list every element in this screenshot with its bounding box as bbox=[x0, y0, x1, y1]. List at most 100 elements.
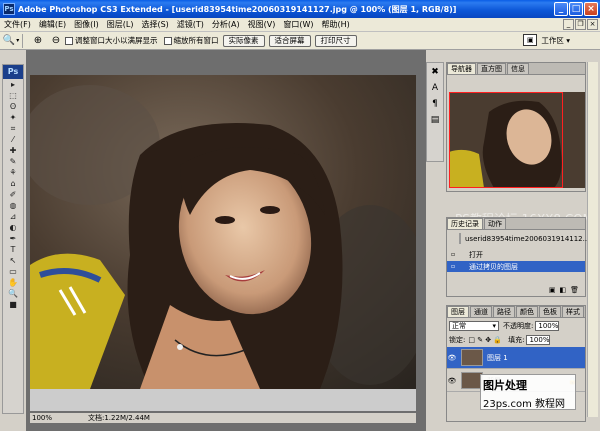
maximize-button[interactable]: □ bbox=[569, 2, 583, 16]
brushes-icon[interactable]: ▤ bbox=[427, 113, 443, 127]
new-snapshot-icon[interactable]: ◧ bbox=[559, 286, 566, 296]
fit-screen-button[interactable]: 适合屏幕 bbox=[268, 34, 311, 47]
menu-analysis[interactable]: 分析(A) bbox=[208, 19, 244, 30]
doc-restore-button[interactable]: ❐ bbox=[575, 19, 586, 30]
menu-view[interactable]: 视图(V) bbox=[244, 19, 280, 30]
tab-histogram[interactable]: 直方图 bbox=[477, 63, 506, 74]
eye-icon[interactable]: 👁 bbox=[447, 377, 457, 385]
layer-row[interactable]: 👁 图层 1 bbox=[447, 347, 585, 369]
canvas-photo[interactable] bbox=[30, 75, 416, 389]
menu-layer[interactable]: 图层(L) bbox=[103, 19, 138, 30]
print-size-button[interactable]: 打印尺寸 bbox=[314, 34, 357, 47]
actual-pixels-button[interactable]: 实际像素 bbox=[222, 34, 265, 47]
menu-select[interactable]: 选择(S) bbox=[137, 19, 172, 30]
watermark-logo: 图片处理 23ps.com 教程网 bbox=[480, 374, 576, 410]
layer-thumbnail bbox=[461, 349, 483, 366]
watermark-line2: 23ps.com 教程网 bbox=[483, 399, 565, 410]
shape-tool-icon[interactable]: ▭ bbox=[3, 266, 23, 277]
tab-navigator[interactable]: 导航器 bbox=[447, 63, 476, 74]
marquee-tool-icon[interactable]: ⬚ bbox=[3, 90, 23, 101]
zoom-out-icon[interactable]: ⊖ bbox=[49, 34, 63, 48]
workspace-menu[interactable]: 工作区 ▾ bbox=[541, 35, 570, 46]
history-state-label: 打开 bbox=[469, 250, 483, 259]
blur-tool-icon[interactable]: ⊿ bbox=[3, 211, 23, 222]
blend-row: 正常 ▾ 不透明度: 100% bbox=[447, 320, 585, 332]
history-tabs: 历史记录 动作 bbox=[447, 218, 585, 230]
crop-tool-icon[interactable]: ⌗ bbox=[3, 123, 23, 134]
clone-stamp-tool-icon[interactable]: ⚘ bbox=[3, 167, 23, 178]
navigator-panel: 导航器 直方图 信息 bbox=[446, 62, 586, 192]
status-bar: 100% 文档:1.22M/2.44M bbox=[30, 413, 416, 423]
panel-scrollbar[interactable] bbox=[587, 62, 598, 417]
paragraph-icon[interactable]: ¶ bbox=[427, 97, 443, 111]
navigator-preview[interactable] bbox=[449, 92, 585, 188]
menu-file[interactable]: 文件(F) bbox=[0, 19, 35, 30]
tab-paths[interactable]: 路径 bbox=[493, 306, 515, 317]
opacity-value: 100% bbox=[538, 322, 559, 330]
zoom-all-windows-checkbox[interactable] bbox=[163, 36, 172, 45]
close-button[interactable]: × bbox=[584, 2, 598, 16]
new-document-icon[interactable]: ▣ bbox=[549, 286, 556, 296]
path-selection-tool-icon[interactable]: ↖ bbox=[3, 255, 23, 266]
menu-window[interactable]: 窗口(W) bbox=[279, 19, 317, 30]
tab-info[interactable]: 信息 bbox=[507, 63, 529, 74]
history-brush-tool-icon[interactable]: ⌂ bbox=[3, 178, 23, 189]
menu-edit[interactable]: 编辑(E) bbox=[35, 19, 70, 30]
menu-filter[interactable]: 滤镜(T) bbox=[173, 19, 208, 30]
history-snapshot-row[interactable]: userid83954time2006031914112... bbox=[447, 233, 589, 244]
tab-channels[interactable]: 通道 bbox=[470, 306, 492, 317]
brush-tool-icon[interactable]: ✎ bbox=[3, 156, 23, 167]
tab-history[interactable]: 历史记录 bbox=[447, 218, 483, 229]
tab-styles[interactable]: 样式 bbox=[562, 306, 584, 317]
tab-actions[interactable]: 动作 bbox=[484, 218, 506, 229]
menu-image[interactable]: 图像(I) bbox=[70, 19, 103, 30]
dodge-tool-icon[interactable]: ◐ bbox=[3, 222, 23, 233]
magic-wand-tool-icon[interactable]: ✦ bbox=[3, 112, 23, 123]
window-title: Adobe Photoshop CS3 Extended - [userid83… bbox=[18, 4, 457, 14]
opacity-label: 不透明度: bbox=[503, 322, 534, 330]
chevron-down-icon: ▾ bbox=[492, 322, 496, 330]
options-bar: 🔍 ▾ ⊕ ⊖ 调整窗口大小以满屏显示 缩放所有窗口 实际像素 适合屏幕 打印尺寸… bbox=[0, 32, 600, 50]
lasso-tool-icon[interactable]: ʘ bbox=[3, 101, 23, 112]
history-state-label: 通过拷贝的图层 bbox=[469, 262, 518, 271]
zoom-level[interactable]: 100% bbox=[30, 414, 58, 422]
character-icon[interactable]: A bbox=[427, 81, 443, 95]
paint-bucket-tool-icon[interactable]: ◍ bbox=[3, 200, 23, 211]
healing-brush-tool-icon[interactable]: ✚ bbox=[3, 145, 23, 156]
type-tool-icon[interactable]: T bbox=[3, 244, 23, 255]
trash-icon[interactable]: 🗑 bbox=[570, 286, 579, 296]
eye-icon[interactable]: 👁 bbox=[447, 354, 457, 362]
tab-swatches[interactable]: 色板 bbox=[539, 306, 561, 317]
history-state-row[interactable]: ▫ 通过拷贝的图层 bbox=[447, 261, 585, 272]
lock-icons[interactable]: □ ✎ ✥ 🔒 bbox=[468, 336, 502, 344]
resize-windows-label: 调整窗口大小以满屏显示 bbox=[75, 36, 158, 45]
foreground-color-icon[interactable]: ■ bbox=[3, 299, 23, 310]
slice-tool-icon[interactable]: ⁄ bbox=[3, 134, 23, 145]
lock-row: 锁定: □ ✎ ✥ 🔒 填充: 100% bbox=[447, 334, 585, 346]
tools-icon[interactable]: ✖ bbox=[427, 65, 443, 79]
minimize-button[interactable]: _ bbox=[554, 2, 568, 16]
fill-value: 100% bbox=[529, 336, 550, 344]
resize-windows-checkbox[interactable] bbox=[65, 36, 73, 45]
document-size-info[interactable]: 文档:1.22M/2.44M bbox=[88, 413, 150, 423]
pen-tool-icon[interactable]: ✒ bbox=[3, 233, 23, 244]
history-state-icon: ▫ bbox=[450, 251, 456, 258]
eraser-tool-icon[interactable]: ✐ bbox=[3, 189, 23, 200]
tab-layers[interactable]: 图层 bbox=[447, 306, 469, 317]
zoom-in-icon[interactable]: ⊕ bbox=[31, 34, 45, 48]
blend-mode-select[interactable]: 正常 ▾ bbox=[449, 321, 499, 331]
zoom-tool-icon[interactable]: 🔍 bbox=[3, 288, 23, 299]
hand-tool-icon[interactable]: ✋ bbox=[3, 277, 23, 288]
history-state-row[interactable]: ▫ 打开 bbox=[447, 249, 585, 260]
doc-minimize-button[interactable]: _ bbox=[563, 19, 574, 30]
menu-help[interactable]: 帮助(H) bbox=[318, 19, 354, 30]
history-panel: 历史记录 动作 userid83954time2006031914112... … bbox=[446, 217, 589, 297]
palette-well-icon[interactable]: ▣ bbox=[523, 34, 538, 46]
move-tool-icon[interactable]: ▸ bbox=[3, 79, 23, 90]
zoom-tool-icon[interactable]: 🔍 ▾ bbox=[3, 34, 19, 48]
opacity-input[interactable]: 100% bbox=[535, 321, 560, 331]
doc-close-button[interactable]: × bbox=[587, 19, 598, 30]
navigator-view-box[interactable] bbox=[449, 92, 563, 188]
fill-input[interactable]: 100% bbox=[526, 335, 551, 345]
tab-color[interactable]: 颜色 bbox=[516, 306, 538, 317]
